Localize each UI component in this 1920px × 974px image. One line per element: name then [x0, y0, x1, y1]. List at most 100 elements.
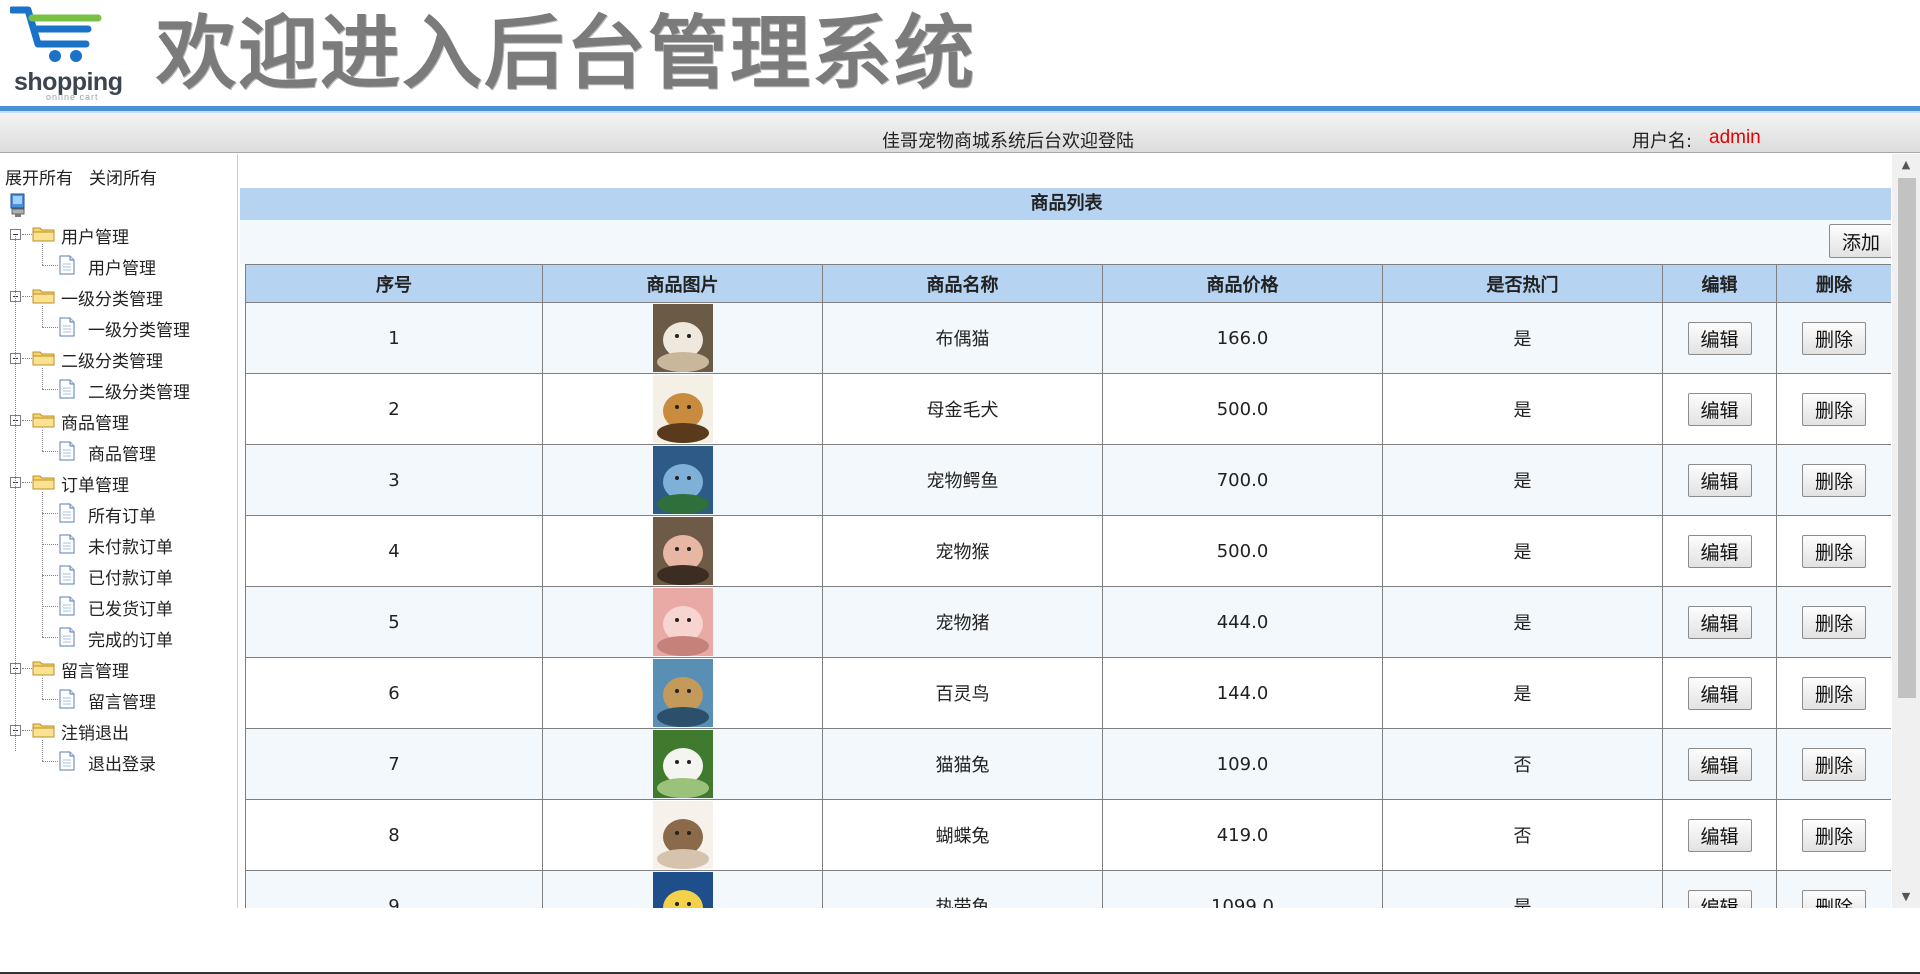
delete-button[interactable]: 删除: [1802, 818, 1866, 852]
edit-button[interactable]: 编辑: [1687, 818, 1752, 852]
sidebar-item[interactable]: 未付款订单: [0, 532, 236, 558]
sidebar-item-label[interactable]: 一级分类管理: [88, 316, 190, 341]
sidebar-item-label[interactable]: 完成的订单: [88, 626, 173, 651]
cell-hot: 是: [1382, 444, 1663, 516]
sidebar-group-label[interactable]: 订单管理: [61, 471, 129, 496]
crocodile-photo: [652, 446, 713, 514]
add-product-button[interactable]: 添加: [1829, 224, 1891, 258]
edit-button[interactable]: 编辑: [1687, 534, 1752, 568]
username-value: admin: [1709, 127, 1761, 148]
cell-name: 热带鱼: [822, 870, 1103, 908]
cell-delete: 删除: [1776, 302, 1891, 374]
sidebar-item[interactable]: 二级分类管理: [0, 377, 236, 403]
cell-no: 8: [245, 799, 543, 871]
cell-name: 母金毛犬: [822, 373, 1103, 445]
tree-connector: [42, 306, 43, 327]
delete-button[interactable]: 删除: [1802, 676, 1866, 710]
sidebar-item-label[interactable]: 退出登录: [88, 750, 156, 775]
sidebar-group-label[interactable]: 一级分类管理: [61, 285, 163, 310]
sidebar-item-label[interactable]: 已付款订单: [88, 564, 173, 589]
sidebar-item-label[interactable]: 所有订单: [88, 502, 156, 527]
sidebar-item[interactable]: 退出登录: [0, 749, 236, 775]
sidebar-group-label[interactable]: 用户管理: [61, 223, 129, 248]
scroll-down-arrow-icon[interactable]: ▼: [1892, 886, 1920, 908]
sidebar-group[interactable]: 注销退出: [0, 718, 236, 744]
sidebar-item[interactable]: 完成的订单: [0, 625, 236, 651]
delete-button[interactable]: 删除: [1802, 889, 1866, 908]
cell-name: 宠物猴: [822, 515, 1103, 587]
sidebar-group-label[interactable]: 商品管理: [61, 409, 129, 434]
sidebar-item[interactable]: 用户管理: [0, 253, 236, 279]
sidebar-item[interactable]: 已付款订单: [0, 563, 236, 589]
column-header-hot: 是否热门: [1382, 264, 1663, 303]
folder-open-icon: [32, 287, 56, 305]
tree-connector: [42, 740, 43, 761]
page-icon: [58, 596, 76, 616]
collapse-all-link[interactable]: 关闭所有: [89, 169, 157, 189]
column-header-image: 商品图片: [542, 264, 823, 303]
sidebar-item[interactable]: 商品管理: [0, 439, 236, 465]
tree-connector: [42, 492, 43, 637]
delete-button[interactable]: 删除: [1802, 321, 1866, 355]
delete-button[interactable]: 删除: [1802, 747, 1866, 781]
table-row: 1 布偶猫 166.0 是编辑 删除: [245, 302, 1891, 374]
sidebar-group[interactable]: 订单管理: [0, 470, 236, 496]
cell-image: [542, 373, 823, 445]
welcome-text: 佳哥宠物商城系统后台欢迎登陆: [882, 131, 1134, 152]
cell-name: 宠物鳄鱼: [822, 444, 1103, 516]
sidebar-item[interactable]: 留言管理: [0, 687, 236, 713]
cart-icon: [8, 6, 102, 62]
edit-button[interactable]: 编辑: [1687, 889, 1752, 908]
toolbar-row: 添加: [240, 220, 1891, 264]
sidebar-group[interactable]: 一级分类管理: [0, 284, 236, 310]
cell-name: 蝴蝶兔: [822, 799, 1103, 871]
sidebar-group-label[interactable]: 注销退出: [61, 719, 129, 744]
sidebar-item[interactable]: 所有订单: [0, 501, 236, 527]
cell-delete: 删除: [1776, 799, 1891, 871]
cell-delete: 删除: [1776, 515, 1891, 587]
delete-button[interactable]: 删除: [1802, 605, 1866, 639]
sidebar-group[interactable]: 用户管理: [0, 222, 236, 248]
edit-button[interactable]: 编辑: [1687, 392, 1752, 426]
expand-all-link[interactable]: 展开所有: [5, 169, 73, 189]
edit-button[interactable]: 编辑: [1687, 605, 1752, 639]
content-scrollbar[interactable]: ▲ ▼: [1892, 154, 1920, 908]
sidebar-group[interactable]: 二级分类管理: [0, 346, 236, 372]
cell-name: 百灵鸟: [822, 657, 1103, 729]
sidebar-item-label[interactable]: 用户管理: [88, 254, 156, 279]
page-icon: [58, 379, 76, 399]
shopping-cart-logo: shopping online cart: [8, 4, 123, 102]
sidebar-item-label[interactable]: 未付款订单: [88, 533, 173, 558]
column-header-edit: 编辑: [1662, 264, 1777, 303]
cell-hot: 是: [1382, 373, 1663, 445]
table-row: 2 母金毛犬 500.0 是编辑 删除: [245, 373, 1891, 445]
delete-button[interactable]: 删除: [1802, 392, 1866, 426]
sidebar-item-label[interactable]: 商品管理: [88, 440, 156, 465]
cell-no: 7: [245, 728, 543, 800]
edit-button[interactable]: 编辑: [1687, 747, 1752, 781]
cell-edit: 编辑: [1662, 373, 1777, 445]
cell-edit: 编辑: [1662, 302, 1777, 374]
cell-delete: 删除: [1776, 373, 1891, 445]
sidebar-group[interactable]: 商品管理: [0, 408, 236, 434]
edit-button[interactable]: 编辑: [1687, 463, 1752, 497]
sidebar-group-label[interactable]: 二级分类管理: [61, 347, 163, 372]
sidebar-item-label[interactable]: 二级分类管理: [88, 378, 190, 403]
cell-name: 宠物猪: [822, 586, 1103, 658]
scroll-up-arrow-icon[interactable]: ▲: [1892, 154, 1920, 176]
table-row: 7 猫猫兔 109.0 否编辑 删除: [245, 728, 1891, 800]
delete-button[interactable]: 删除: [1802, 463, 1866, 497]
sidebar-item-label[interactable]: 已发货订单: [88, 595, 173, 620]
edit-button[interactable]: 编辑: [1687, 321, 1752, 355]
sidebar-item[interactable]: 一级分类管理: [0, 315, 236, 341]
sidebar-item[interactable]: 已发货订单: [0, 594, 236, 620]
delete-button[interactable]: 删除: [1802, 534, 1866, 568]
sidebar-item-label[interactable]: 留言管理: [88, 688, 156, 713]
edit-button[interactable]: 编辑: [1687, 676, 1752, 710]
sidebar-group-label[interactable]: 留言管理: [61, 657, 129, 682]
cell-name: 猫猫兔: [822, 728, 1103, 800]
cell-image: [542, 657, 823, 729]
sidebar-group[interactable]: 留言管理: [0, 656, 236, 682]
scroll-thumb[interactable]: [1898, 178, 1916, 698]
dog-photo: [652, 375, 713, 443]
